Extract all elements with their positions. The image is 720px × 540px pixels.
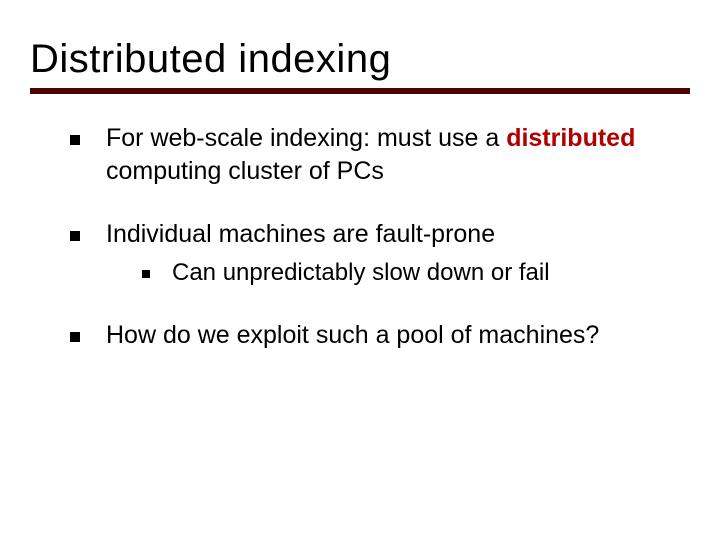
bullet-item: For web-scale indexing: must use a distr… (70, 122, 660, 188)
title-block: Distributed indexing (0, 0, 720, 80)
sub-bullet-item: Can unpredictably slow down or fail (142, 257, 660, 289)
sub-bullet-text: Can unpredictably slow down or fail (172, 259, 550, 286)
slide: Distributed indexing For web-scale index… (0, 0, 720, 540)
slide-title: Distributed indexing (30, 38, 720, 80)
title-rule (30, 88, 690, 94)
bullet-text-highlight: distributed (506, 124, 635, 152)
bullet-text-pre: For web-scale indexing: must use a (106, 124, 506, 152)
bullet-item: Individual machines are fault-prone Can … (70, 218, 660, 289)
bullet-text-pre: Individual machines are fault-prone (106, 220, 495, 248)
sub-bullet-list: Can unpredictably slow down or fail (106, 257, 660, 289)
bullet-item: How do we exploit such a pool of machine… (70, 319, 660, 352)
bullet-text-pre: How do we exploit such a pool of machine… (106, 321, 599, 349)
bullet-list: For web-scale indexing: must use a distr… (0, 122, 720, 352)
bullet-text-post: computing cluster of PCs (106, 157, 384, 185)
